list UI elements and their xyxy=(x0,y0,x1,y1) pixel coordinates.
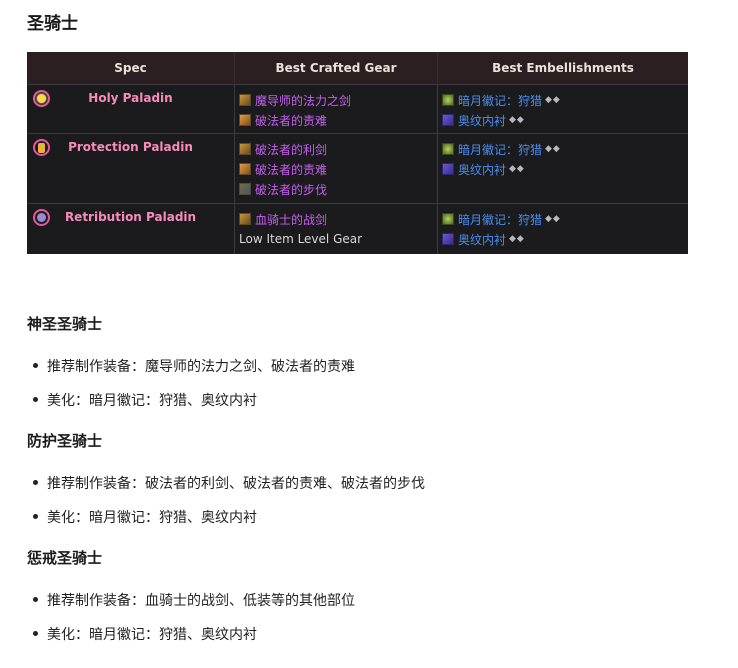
embellishment-cell: 暗月徽记：狩猎 ◆◆ 奥纹内衬 ◆◆ xyxy=(437,203,688,254)
retribution-icon xyxy=(33,209,50,226)
spec-gear-table: Spec Best Crafted Gear Best Embellishmen… xyxy=(27,52,688,254)
shield-icon xyxy=(33,139,50,156)
table-row: Protection Paladin 破法者的利剑 破法者的责难 破法者的步伐 … xyxy=(27,133,688,204)
sword-icon xyxy=(239,143,251,155)
list-item: 美化：暗月徽记：狩猎、奥纹内衬 xyxy=(33,507,257,527)
table-row: Retribution Paladin 血骑士的战剑 Low Item Leve… xyxy=(27,203,688,254)
gem-marker-icon: ◆◆ xyxy=(545,144,561,154)
offhand-icon xyxy=(239,114,251,126)
item-link[interactable]: 血骑士的战剑 xyxy=(255,211,327,228)
sigil-icon xyxy=(442,94,454,106)
spec-name-link[interactable]: Retribution Paladin xyxy=(31,209,230,225)
gem-marker-icon: ◆◆ xyxy=(509,115,525,125)
sigil-icon xyxy=(442,143,454,155)
lining-icon xyxy=(442,233,454,245)
item-link[interactable]: 魔导师的法力之剑 xyxy=(255,92,351,109)
spec-name-link[interactable]: Protection Paladin xyxy=(31,139,230,155)
sigil-icon xyxy=(442,213,454,225)
gear-cell: 破法者的利剑 破法者的责难 破法者的步伐 xyxy=(234,133,438,204)
spec-name-link[interactable]: Holy Paladin xyxy=(31,90,230,106)
list-item: 美化：暗月徽记：狩猎、奥纹内衬 xyxy=(33,624,257,644)
offhand-icon xyxy=(239,163,251,175)
section-heading-protection: 防护圣骑士 xyxy=(27,432,103,450)
item-link[interactable]: 破法者的责难 xyxy=(255,161,327,178)
embellishment-link[interactable]: 暗月徽记：狩猎 xyxy=(458,141,542,158)
item-link[interactable]: 破法者的责难 xyxy=(255,112,327,129)
section-heading-holy: 神圣圣骑士 xyxy=(27,315,103,333)
embellishment-link[interactable]: 暗月徽记：狩猎 xyxy=(458,211,542,228)
item-link[interactable]: 破法者的步伐 xyxy=(255,181,327,198)
table-header-row: Spec Best Crafted Gear Best Embellishmen… xyxy=(27,52,688,85)
spec-cell: Protection Paladin xyxy=(27,133,235,204)
section-heading-retribution: 惩戒圣骑士 xyxy=(27,549,103,567)
gem-marker-icon: ◆◆ xyxy=(509,164,525,174)
header-gear: Best Crafted Gear xyxy=(234,52,438,85)
embellishment-link[interactable]: 暗月徽记：狩猎 xyxy=(458,92,542,109)
sword-icon xyxy=(239,213,251,225)
spec-cell: Retribution Paladin xyxy=(27,203,235,254)
embellishment-link[interactable]: 奥纹内衬 xyxy=(458,112,506,129)
list-item: 推荐制作装备：血骑士的战剑、低装等的其他部位 xyxy=(33,590,355,610)
embellishment-link[interactable]: 奥纹内衬 xyxy=(458,161,506,178)
item-link[interactable]: 破法者的利剑 xyxy=(255,141,327,158)
header-spec: Spec xyxy=(27,52,235,85)
gear-cell: 魔导师的法力之剑 破法者的责难 xyxy=(234,84,438,134)
holy-light-icon xyxy=(33,90,50,107)
gem-marker-icon: ◆◆ xyxy=(509,234,525,244)
gem-marker-icon: ◆◆ xyxy=(545,214,561,224)
spec-cell: Holy Paladin xyxy=(27,84,235,134)
gear-note: Low Item Level Gear xyxy=(239,232,363,246)
gear-cell: 血骑士的战剑 Low Item Level Gear xyxy=(234,203,438,254)
lining-icon xyxy=(442,163,454,175)
lining-icon xyxy=(442,114,454,126)
sword-icon xyxy=(239,94,251,106)
boots-icon xyxy=(239,183,251,195)
table-row: Holy Paladin 魔导师的法力之剑 破法者的责难 暗月徽记：狩猎 ◆◆ 奥… xyxy=(27,84,688,134)
embellishment-link[interactable]: 奥纹内衬 xyxy=(458,231,506,248)
embellishment-cell: 暗月徽记：狩猎 ◆◆ 奥纹内衬 ◆◆ xyxy=(437,133,688,204)
gem-marker-icon: ◆◆ xyxy=(545,95,561,105)
list-item: 推荐制作装备：破法者的利剑、破法者的责难、破法者的步伐 xyxy=(33,473,425,493)
list-item: 美化：暗月徽记：狩猎、奥纹内衬 xyxy=(33,390,257,410)
page-title: 圣骑士 xyxy=(27,14,78,34)
list-item: 推荐制作装备：魔导师的法力之剑、破法者的责难 xyxy=(33,356,355,376)
header-embellishments: Best Embellishments xyxy=(437,52,688,85)
embellishment-cell: 暗月徽记：狩猎 ◆◆ 奥纹内衬 ◆◆ xyxy=(437,84,688,134)
